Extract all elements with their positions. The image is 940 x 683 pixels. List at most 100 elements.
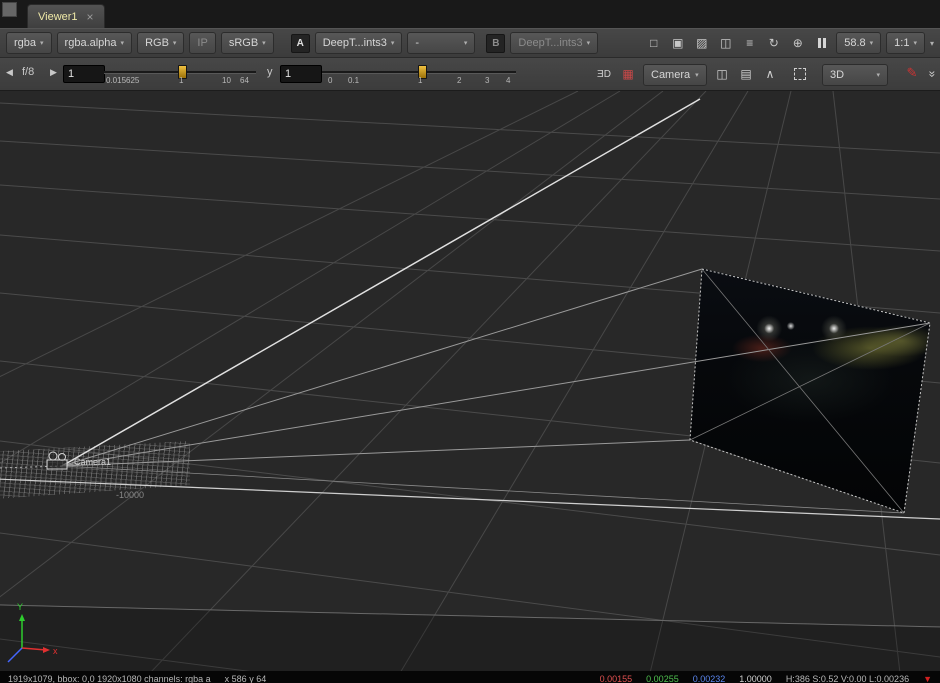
status-red-value: 0.00155 <box>599 674 633 683</box>
gamma-tick: 2 <box>457 76 462 85</box>
mask-overlay-icon[interactable]: ▣ <box>668 34 687 53</box>
camera-name-label: Camera1 <box>74 457 112 467</box>
viewer-toolbar: rgba ▾ rgba.alpha ▾ RGB ▾ IP sRGB ▾ A De… <box>0 28 940 58</box>
wireframe-icon[interactable]: ▦ <box>618 64 638 84</box>
gain-tick: 64 <box>240 76 249 85</box>
axis-gizmo: Y x <box>7 602 58 663</box>
input-a-dropdown[interactable]: DeepT...ints3 ▾ <box>314 32 403 54</box>
close-icon[interactable]: × <box>87 11 94 23</box>
stereo-modes-icon[interactable]: □ <box>644 34 663 53</box>
input-a-badge[interactable]: A <box>290 33 310 53</box>
gain-tick: 1 <box>179 76 184 85</box>
status-hsvl: H:386 S:0.52 V:0.00 L:0.00236 <box>785 674 910 683</box>
chevron-down-icon: ▾ <box>40 40 44 47</box>
proxy-ratio-value: 1:1 <box>894 37 910 49</box>
chevron-down-icon: ▾ <box>876 72 880 79</box>
play-arrow-icon[interactable]: ▶ <box>50 67 57 78</box>
input-a-label: A <box>296 37 304 49</box>
axis-y-arrow <box>19 614 25 621</box>
tab-label: Viewer1 <box>38 10 78 23</box>
nuke-viewer-window: Viewer1 × rgba ▾ rgba.alpha ▾ RGB ▾ IP s… <box>0 0 940 683</box>
input-b-value: DeepT...ints3 <box>518 37 583 49</box>
gain-tick: 10 <box>222 76 231 85</box>
zoom-dropdown[interactable]: 58.8 ▾ <box>836 32 882 54</box>
prev-arrow-icon[interactable]: ◀ <box>6 67 13 78</box>
input-a-value: DeepT...ints3 <box>322 37 387 49</box>
viewer-process-label: sRGB <box>228 37 259 49</box>
lut-curve-icon[interactable]: ∧ <box>760 64 780 84</box>
pause-icon[interactable] <box>812 34 831 53</box>
lookthrough-icon[interactable]: ƎD <box>594 64 614 84</box>
frame-toolbar: ◀ f/8 ▶ 1 0.015625 1 10 64 y 1 0 0.1 1 2… <box>0 58 940 91</box>
more-chevron-icon[interactable]: » <box>922 64 940 84</box>
gain-min-label: 0.015625 <box>106 76 140 85</box>
view-mode-label: 3D <box>830 69 845 81</box>
gamma-tick: 3 <box>485 76 490 85</box>
annotate-pencil-icon[interactable]: ✎ <box>902 63 922 83</box>
view-mode-dropdown[interactable]: 3D ▾ <box>822 64 888 86</box>
alpha-channel-label: rgba.alpha <box>64 37 117 49</box>
axis-x-line <box>21 647 47 651</box>
axis-x-label: x <box>53 646 58 656</box>
viewer-settings-arrow-icon[interactable]: ▾ <box>930 39 934 48</box>
gain-input[interactable]: 1 <box>63 65 105 83</box>
clip-warning-icon: ▼ <box>923 674 932 683</box>
layers-icon[interactable]: ▤ <box>736 64 756 84</box>
input-process-label: IP <box>197 37 208 49</box>
status-bar: 1919x1079, bbox: 0,0 1920x1080 channels:… <box>0 671 940 683</box>
status-info: 1919x1079, bbox: 0,0 1920x1080 channels:… <box>8 674 211 683</box>
axis-z-line <box>7 647 23 663</box>
gamma-slider[interactable]: 0 0.1 1 2 3 4 <box>322 58 516 91</box>
monitor-out-icon[interactable]: ◫ <box>716 34 735 53</box>
gamma-label: y <box>267 66 273 78</box>
roi-icon[interactable]: ⊕ <box>788 34 807 53</box>
gain-slider[interactable]: 0.015625 1 10 64 <box>104 58 256 91</box>
gain-input-value: 1 <box>68 68 75 80</box>
viewer-process-dropdown[interactable]: sRGB ▾ <box>220 32 274 54</box>
gamma-input-value: 1 <box>285 68 292 80</box>
display-channels-dropdown[interactable]: RGB ▾ <box>137 32 185 54</box>
axis-x-arrow <box>43 647 50 653</box>
input-b-dropdown[interactable]: DeepT...ints3 ▾ <box>510 32 599 54</box>
axis-y-label: Y <box>17 602 23 612</box>
gamma-input[interactable]: 1 <box>280 65 322 83</box>
zoom-value: 58.8 <box>844 37 866 49</box>
tab-bar: Viewer1 × <box>0 0 940 28</box>
grid-extent-label: -10000 <box>116 490 145 500</box>
wipe-compare-icon[interactable]: ▨ <box>692 34 711 53</box>
input-b-badge[interactable]: B <box>486 33 506 53</box>
refresh-icon[interactable]: ↻ <box>764 34 783 53</box>
camera-dropdown[interactable]: Camera ▾ <box>643 64 707 86</box>
input-b-label: B <box>492 37 500 49</box>
layer-dropdown-label: rgba <box>14 37 37 49</box>
chevron-down-icon: ▾ <box>586 40 591 47</box>
proxy-ratio-dropdown[interactable]: 1:1 ▾ <box>886 32 925 54</box>
chevron-down-icon: ▾ <box>262 40 266 47</box>
marquee-select-icon[interactable] <box>790 64 810 84</box>
status-green-value: 0.00255 <box>646 674 679 683</box>
gamma-tick: 4 <box>506 76 511 85</box>
chevron-down-icon: ▾ <box>120 40 125 47</box>
status-alpha-value: 1.00000 <box>739 674 772 683</box>
input-process-toggle[interactable]: IP <box>189 32 216 54</box>
viewport-3d[interactable]: Camera1 -10000 Y x <box>0 91 940 672</box>
aperture-label: f/8 <box>22 66 35 78</box>
camera-dropdown-label: Camera <box>651 69 691 81</box>
people-icon[interactable]: ◫ <box>712 64 732 84</box>
chevron-down-icon: ▾ <box>463 40 468 47</box>
chevron-down-icon: ▾ <box>913 40 917 47</box>
alpha-channel-dropdown[interactable]: rgba.alpha ▾ <box>56 32 133 54</box>
blend-mode-dropdown[interactable]: - ▾ <box>407 32 476 54</box>
layer-dropdown[interactable]: rgba ▾ <box>6 32 52 54</box>
status-blue-value: 0.00232 <box>692 674 726 683</box>
display-channels-label: RGB <box>145 37 169 49</box>
gamma-tick: 1 <box>418 76 423 85</box>
chevron-down-icon: ▾ <box>869 40 874 47</box>
viewer-menu-icon[interactable]: ≡ <box>740 34 759 53</box>
blend-mode-value: - <box>415 37 420 49</box>
panel-icon[interactable] <box>2 2 17 17</box>
tab-viewer1[interactable]: Viewer1 × <box>27 4 105 28</box>
status-coords: x 586 y 64 <box>224 674 267 683</box>
grid-far-shade <box>0 605 940 672</box>
chevron-down-icon: ▾ <box>390 40 395 47</box>
